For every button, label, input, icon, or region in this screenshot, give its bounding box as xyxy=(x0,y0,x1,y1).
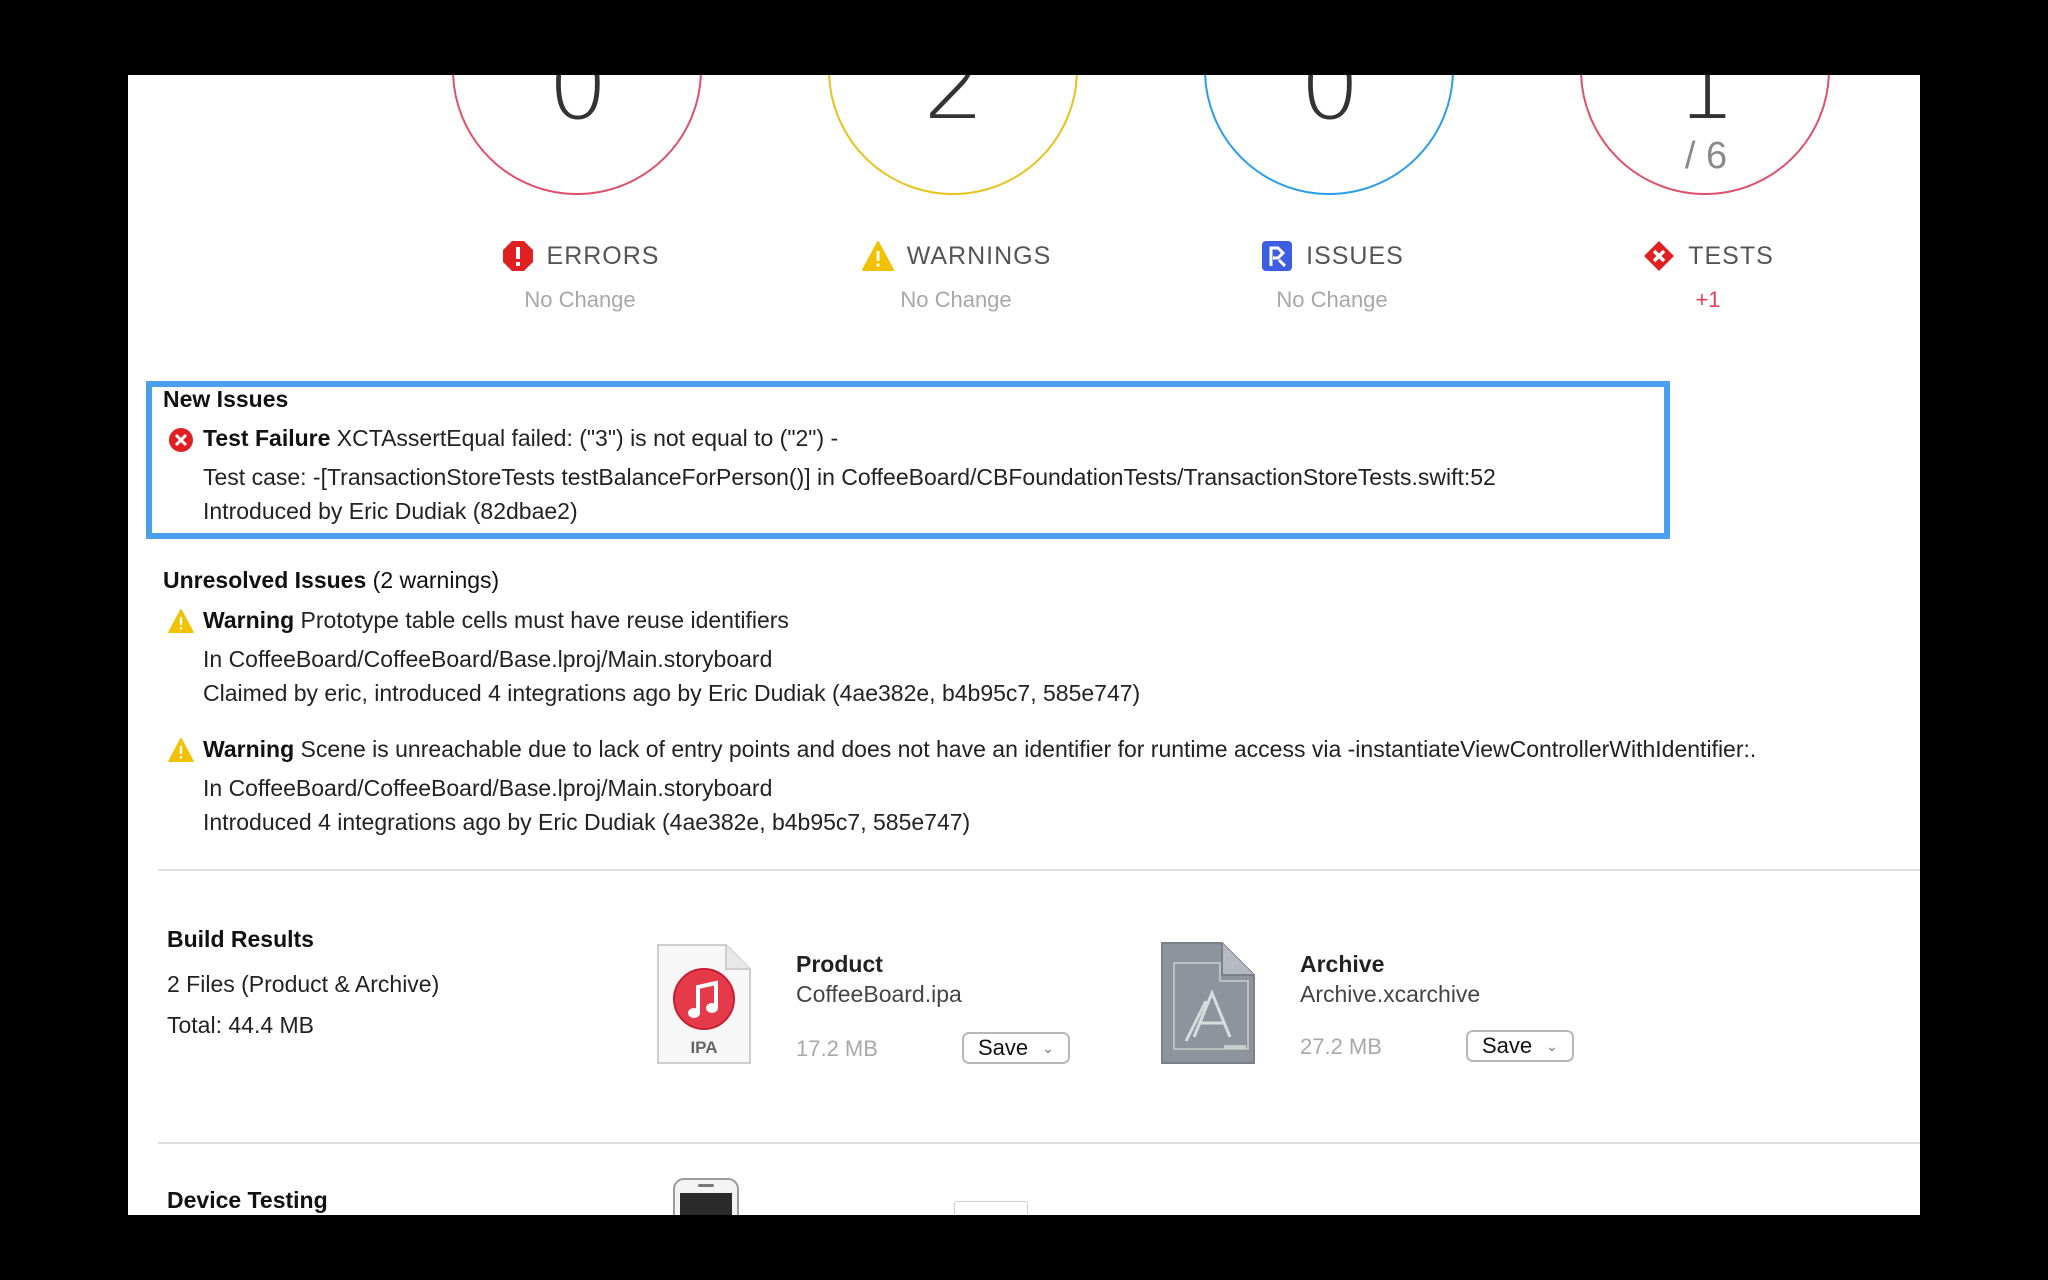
issue-introduced-by: Introduced 4 integrations ago by Eric Du… xyxy=(203,809,971,835)
iphone-device-icon xyxy=(672,1177,742,1215)
product-filename: CoffeeBoard.ipa xyxy=(796,981,962,1007)
warnings-count: 2 xyxy=(923,75,985,141)
device-testing-title: Device Testing xyxy=(167,1187,328,1213)
issue-message: XCTAssertEqual failed: ("3") is not equa… xyxy=(336,425,839,451)
errors-summary: 0 ERRORS No Change xyxy=(450,75,710,335)
section-divider xyxy=(158,869,1920,871)
archive-name: Archive xyxy=(1300,951,1385,977)
unresolved-issue-item[interactable]: Warning Scene is unreachable due to lack… xyxy=(128,736,1920,846)
warnings-summary: 2 WARNINGS No Change xyxy=(826,75,1086,335)
issues-count: 0 xyxy=(1299,75,1361,141)
issue-location: In CoffeeBoard/CoffeeBoard/Base.lproj/Ma… xyxy=(203,775,773,801)
errors-label: ERRORS xyxy=(546,241,660,270)
warning-icon xyxy=(861,239,895,273)
ipa-file-icon[interactable]: IPA xyxy=(656,943,752,1070)
build-total-size: Total: 44.4 MB xyxy=(167,1012,315,1038)
test-failure-icon xyxy=(168,427,194,453)
tests-count: 1 xyxy=(1675,75,1737,141)
issues-label: ISSUES xyxy=(1306,241,1404,270)
product-save-button[interactable]: Save ⌄ xyxy=(962,1032,1070,1064)
issue-message: Scene is unreachable due to lack of entr… xyxy=(300,736,1757,762)
issue-type: Test Failure xyxy=(203,425,331,451)
warning-summary: Warning Prototype table cells must have … xyxy=(203,607,789,634)
warnings-label: WARNINGS xyxy=(906,241,1052,270)
save-label: Save xyxy=(978,1035,1029,1060)
warnings-change: No Change xyxy=(900,287,1012,312)
unresolved-issue-item[interactable]: Warning Prototype table cells must have … xyxy=(128,607,1920,717)
errors-change: No Change xyxy=(524,287,636,312)
product-name: Product xyxy=(796,951,883,977)
errors-count: 0 xyxy=(547,75,609,141)
unresolved-issues-title: Unresolved Issues (2 warnings) xyxy=(163,567,499,594)
new-issues-title: New Issues xyxy=(163,386,289,412)
build-files-count: 2 Files (Product & Archive) xyxy=(167,971,440,997)
issue-location: In CoffeeBoard/CoffeeBoard/Base.lproj/Ma… xyxy=(203,646,773,672)
issue-type: Warning xyxy=(203,736,295,762)
tests-change: +1 xyxy=(1695,287,1721,312)
new-issue-item[interactable]: Test Failure XCTAssertEqual failed: ("3"… xyxy=(128,425,1920,535)
issue-claimed-by: Claimed by eric, introduced 4 integratio… xyxy=(203,680,1141,706)
test-failure-icon xyxy=(1642,239,1676,273)
analyzer-issue-icon xyxy=(1260,239,1294,273)
build-results-title: Build Results xyxy=(167,926,314,952)
tests-total: / 6 xyxy=(1684,135,1728,177)
error-icon xyxy=(501,239,535,273)
tests-summary: 1 / 6 TESTS +1 xyxy=(1578,75,1838,335)
issue-message: Prototype table cells must have reuse id… xyxy=(300,607,789,633)
issue-introduced-by: Introduced by Eric Dudiak (82dbae2) xyxy=(203,498,578,524)
issue-test-case: Test case: -[TransactionStoreTests testB… xyxy=(203,464,1496,490)
unresolved-issues-heading: Unresolved Issues xyxy=(163,567,367,593)
chevron-down-icon: ⌄ xyxy=(1546,1037,1558,1054)
warning-icon xyxy=(168,738,194,764)
archive-filename: Archive.xcarchive xyxy=(1300,981,1481,1007)
archive-size: 27.2 MB xyxy=(1300,1034,1382,1059)
warning-summary: Warning Scene is unreachable due to lack… xyxy=(203,736,1756,763)
issues-summary: 0 ISSUES No Change xyxy=(1202,75,1462,335)
integration-report-panel: 0 ERRORS No Change 2 WARNINGS No Change … xyxy=(128,75,1920,1215)
xcarchive-file-icon[interactable] xyxy=(1160,941,1256,1070)
ipa-badge: IPA xyxy=(690,1038,717,1057)
issues-change: No Change xyxy=(1276,287,1388,312)
device-status-indicator xyxy=(954,1201,1028,1215)
issue-type: Warning xyxy=(203,607,295,633)
warning-icon xyxy=(168,609,194,635)
chevron-down-icon: ⌄ xyxy=(1042,1039,1054,1056)
unresolved-issues-count: (2 warnings) xyxy=(372,567,500,593)
new-issue-summary: Test Failure XCTAssertEqual failed: ("3"… xyxy=(203,425,838,452)
archive-save-button[interactable]: Save ⌄ xyxy=(1466,1030,1574,1062)
product-size: 17.2 MB xyxy=(796,1036,878,1061)
section-divider xyxy=(158,1142,1920,1144)
tests-label: TESTS xyxy=(1688,241,1774,270)
save-label: Save xyxy=(1482,1033,1533,1058)
